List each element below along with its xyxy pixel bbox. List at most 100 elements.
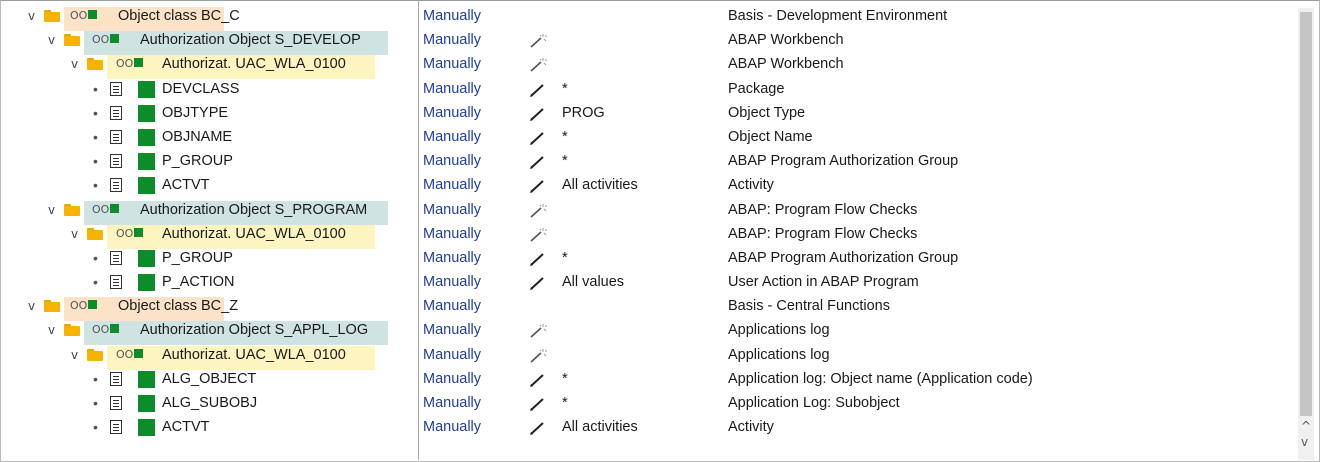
class-node-label[interactable]: Object class BC_C [118,7,240,26]
auth-node-label[interactable]: Authorizat. UAC_WLA_0100 [162,55,346,74]
magic-wand-icon[interactable] [528,203,548,219]
folder-icon [64,203,80,216]
document-icon [110,129,122,144]
pencil-icon[interactable] [528,396,548,412]
document-icon [110,105,122,120]
tree-row[interactable]: • P_ACTION Manually All values User Action i… [0,273,1300,297]
chevron-down-icon[interactable]: v [48,32,60,48]
pencil-icon[interactable] [528,154,548,170]
pencil-icon[interactable] [528,372,548,388]
node-description: Activity [728,419,774,436]
pencil-icon[interactable] [528,106,548,122]
pencil-icon[interactable] [528,130,548,146]
tree-row[interactable]: v OO Authorizat. UAC_WLA_0100 Manually Appli… [0,345,1300,370]
maintained-status: Manually [423,322,482,339]
tree-row[interactable]: • ACTVT Manually All activities Activity [0,418,1300,442]
chevron-down-icon[interactable]: v [71,56,83,72]
magic-wand-icon[interactable] [528,33,548,49]
pencil-icon[interactable] [528,251,548,267]
tree-row[interactable]: • OBJNAME Manually * Object Name [0,128,1300,152]
chevron-down-icon[interactable]: v [71,347,83,363]
pencil-icon[interactable] [528,178,548,194]
tree-row[interactable]: • ALG_SUBOBJ Manually * Application Log: Sub… [0,394,1300,418]
magic-wand-icon[interactable] [528,57,548,73]
tree-row[interactable]: • ALG_OBJECT Manually * Application log: Obj… [0,370,1300,394]
maintained-status: Manually [423,395,482,411]
vertical-scrollbar[interactable]: ^ v [1298,8,1314,460]
chevron-down-icon[interactable]: v [48,322,60,338]
tree-row[interactable]: v OO Object class BC_Z Manually Basis - Cent… [0,297,1300,322]
node-description: Applications log [728,322,830,339]
maintained-status: Manually [423,249,482,266]
node-description: ABAP Program Authorization Group [728,249,959,266]
auth-node-label[interactable]: Authorizat. UAC_WLA_0100 [162,346,346,365]
maintained-status: Manually [423,346,482,363]
scroll-up-arrow-icon[interactable]: ^ [1301,420,1311,432]
tree-row[interactable]: v OO Authorization Object S_DEVELOP Manuall… [0,31,1300,56]
folder-icon [87,227,103,240]
field-value: * [562,128,568,145]
tree-row[interactable]: v OO Authorization Object S_APPL_LOG Manual… [0,321,1300,346]
folder-icon [44,300,60,313]
authorization-icon: OO [70,8,98,24]
tree-row[interactable]: • P_GROUP Manually * ABAP Program Authorizat… [0,152,1300,176]
chevron-down-icon[interactable]: v [28,8,40,24]
pencil-icon[interactable] [528,420,548,436]
tree-row[interactable]: • ACTVT Manually All activities Activity [0,176,1300,200]
class-node-label[interactable]: Object class BC_Z [118,297,238,316]
node-description: ABAP Workbench [728,56,844,73]
field-value: All activities [562,177,638,194]
magic-wand-icon[interactable] [528,323,548,339]
field-name: ALG_OBJECT [162,370,257,387]
tree-row[interactable]: • DEVCLASS Manually * Package [0,80,1300,104]
maintained-status: Manually [423,32,482,49]
tree-row[interactable]: • OBJTYPE Manually PROG Object Type [0,104,1300,128]
object-node-label[interactable]: Authorization Object S_APPL_LOG [140,321,368,340]
authorization-icon: OO [116,56,144,72]
field-value: * [562,249,568,266]
field-value: PROG [562,104,605,121]
tree-row[interactable]: v OO Authorizat. UAC_WLA_0100 Manually ABAP:… [0,224,1300,249]
bullet-icon: • [93,249,98,266]
field-name: ALG_SUBOBJ [162,395,258,411]
maintained-status: Manually [423,8,482,24]
folder-icon [87,58,103,71]
document-icon [110,178,122,193]
chevron-down-icon[interactable]: v [71,226,83,242]
tree-row[interactable]: • P_GROUP Manually * ABAP Program Authorizat… [0,249,1300,273]
authorization-icon: OO [116,347,144,363]
field-status-icon [138,395,155,412]
folder-icon [87,348,103,361]
authorization-icon: OO [92,32,120,48]
object-node-label[interactable]: Authorization Object S_PROGRAM [140,201,367,220]
maintained-status: Manually [423,225,482,242]
tree-row[interactable]: v OO Authorizat. UAC_WLA_0100 Manually ABAP … [0,55,1300,80]
magic-wand-icon[interactable] [528,348,548,364]
tree-row[interactable]: v OO Object class BC_C Manually Basis - Deve… [0,7,1300,31]
node-description: ABAP Program Authorization Group [728,153,959,170]
pencil-icon[interactable] [528,82,548,98]
maintained-status: Manually [423,104,482,121]
tree-row[interactable]: v OO Authorization Object S_PROGRAM Manuall… [0,200,1300,225]
node-description: Basis - Development Environment [728,8,948,24]
document-icon [110,81,122,96]
magic-wand-icon[interactable] [528,227,548,243]
maintained-status: Manually [423,419,482,436]
maintained-status: Manually [423,298,482,315]
chevron-down-icon[interactable]: v [28,298,40,314]
pencil-icon[interactable] [528,275,548,291]
scrollbar-thumb[interactable] [1300,12,1312,416]
node-description: Application Log: Subobject [728,395,900,411]
field-status-icon [138,419,155,437]
object-node-label[interactable]: Authorization Object S_DEVELOP [140,31,361,50]
maintained-status: Manually [423,128,482,145]
chevron-down-icon[interactable]: v [48,202,60,218]
node-description: Applications log [728,346,830,363]
scroll-down-arrow-icon[interactable]: v [1301,436,1308,448]
maintained-status: Manually [423,274,482,291]
field-status-icon [138,153,155,171]
field-value: * [562,153,568,170]
document-icon [110,250,122,265]
node-description: ABAP: Program Flow Checks [728,225,918,242]
auth-node-label[interactable]: Authorizat. UAC_WLA_0100 [162,225,346,244]
